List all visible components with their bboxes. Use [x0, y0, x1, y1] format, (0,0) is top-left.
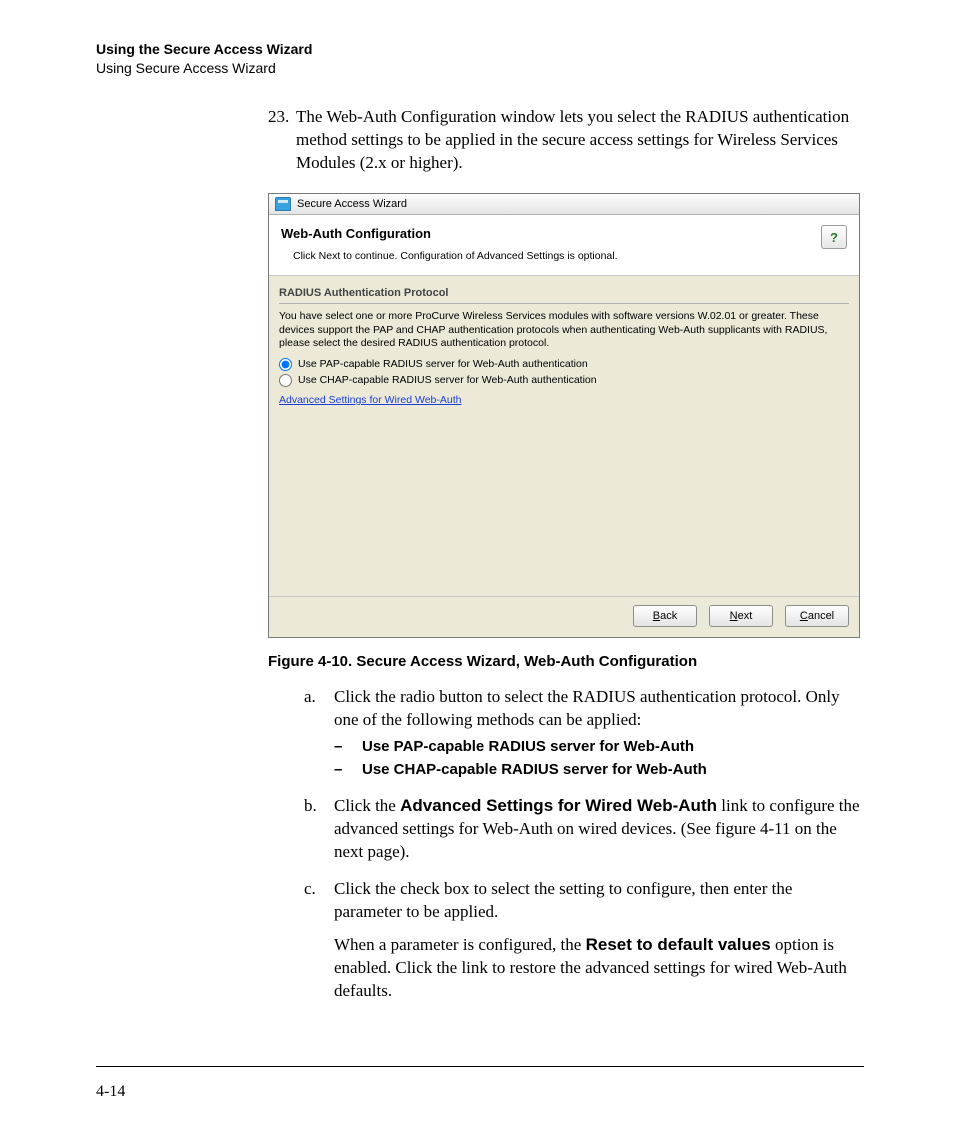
figure-caption: Figure 4-10. Secure Access Wizard, Web-A… — [268, 652, 864, 672]
wizard-titlebar: Secure Access Wizard — [269, 194, 859, 216]
step-b-bold: Advanced Settings for Wired Web-Auth — [400, 796, 717, 815]
footer-rule — [96, 1066, 864, 1067]
back-button[interactable]: Back — [633, 605, 697, 627]
radio-chap-input[interactable] — [279, 374, 292, 387]
step-a-bullets: –Use PAP-capable RADIUS server for Web-A… — [334, 736, 864, 781]
wizard-panel-subtitle: Click Next to continue. Configuration of… — [293, 249, 811, 263]
radio-pap-input[interactable] — [279, 358, 292, 371]
step-a: a. Click the radio button to select the … — [304, 686, 864, 781]
step-b-pre: Click the — [334, 796, 400, 815]
radio-pap[interactable]: Use PAP-capable RADIUS server for Web-Au… — [279, 357, 849, 371]
bullet-chap: Use CHAP-capable RADIUS server for Web-A… — [362, 759, 707, 782]
page-number: 4-14 — [96, 1083, 864, 1101]
fieldset-rule — [279, 303, 849, 304]
next-button[interactable]: Next — [709, 605, 773, 627]
help-icon: ? — [830, 229, 838, 247]
step-c-bold: Reset to default values — [586, 935, 771, 954]
wizard-window: Secure Access Wizard Web-Auth Configurat… — [268, 193, 860, 639]
header-title: Using the Secure Access Wizard — [96, 40, 864, 59]
step-a-text: Click the radio button to select the RAD… — [334, 687, 840, 729]
step-23: 23. The Web-Auth Configuration window le… — [268, 106, 864, 175]
wizard-button-row: Back Next Cancel — [269, 597, 859, 637]
radio-chap-label: Use CHAP-capable RADIUS server for Web-A… — [298, 373, 597, 387]
step-c-pre: When a parameter is configured, the — [334, 935, 586, 954]
step-a-letter: a. — [304, 686, 334, 781]
wizard-window-title: Secure Access Wizard — [297, 197, 407, 212]
step-c: c. Click the check box to select the set… — [304, 878, 864, 1003]
wizard-header-panel: Web-Auth Configuration Click Next to con… — [269, 215, 859, 276]
wizard-body: RADIUS Authentication Protocol You have … — [269, 276, 859, 597]
radio-chap[interactable]: Use CHAP-capable RADIUS server for Web-A… — [279, 373, 849, 387]
step-b-letter: b. — [304, 795, 334, 864]
wizard-panel-title: Web-Auth Configuration — [281, 225, 811, 243]
page-header: Using the Secure Access Wizard Using Sec… — [96, 40, 864, 78]
radio-pap-label: Use PAP-capable RADIUS server for Web-Au… — [298, 357, 588, 371]
advanced-settings-link[interactable]: Advanced Settings for Wired Web-Auth — [279, 393, 461, 407]
page-footer: 4-14 — [96, 1066, 864, 1101]
fieldset-label: RADIUS Authentication Protocol — [279, 286, 849, 303]
step-c-letter: c. — [304, 878, 334, 1003]
header-subtitle: Using Secure Access Wizard — [96, 59, 864, 78]
step-c-text1: Click the check box to select the settin… — [334, 878, 864, 924]
bullet-pap: Use PAP-capable RADIUS server for Web-Au… — [362, 736, 694, 759]
monitor-icon — [275, 197, 291, 211]
help-button[interactable]: ? — [821, 225, 847, 249]
protocol-description: You have select one or more ProCurve Wir… — [279, 310, 849, 351]
step-23-number: 23. — [268, 106, 296, 175]
step-23-text: The Web-Auth Configuration window lets y… — [296, 106, 864, 175]
step-b: b. Click the Advanced Settings for Wired… — [304, 795, 864, 864]
cancel-button[interactable]: Cancel — [785, 605, 849, 627]
